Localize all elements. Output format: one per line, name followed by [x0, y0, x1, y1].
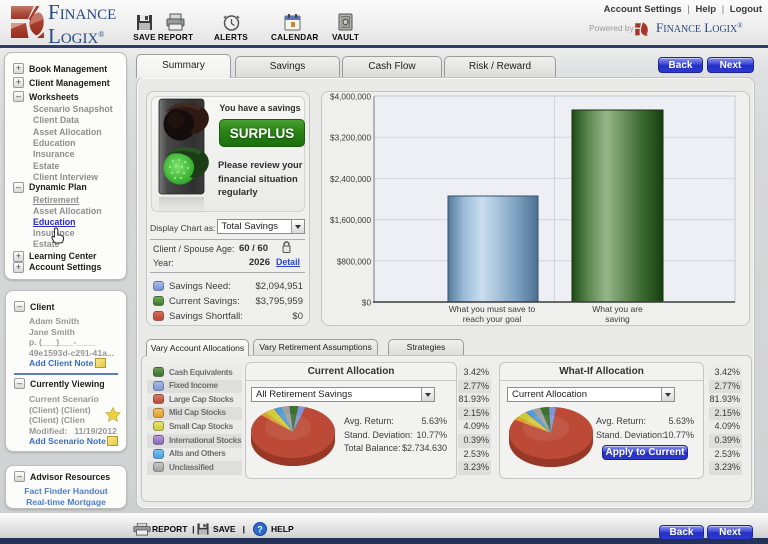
- svg-text:$800,000: $800,000: [337, 257, 372, 266]
- svg-text:reach your goal: reach your goal: [463, 314, 522, 324]
- svg-text:$2,400,000: $2,400,000: [330, 175, 371, 184]
- svg-text:?: ?: [257, 525, 263, 535]
- svg-text:$0: $0: [362, 299, 372, 308]
- svg-text:What you are: What you are: [592, 304, 643, 314]
- svg-text:$1,600,000: $1,600,000: [330, 216, 371, 225]
- svg-text:$3,200,000: $3,200,000: [330, 134, 371, 143]
- svg-text:$4,000,000: $4,000,000: [330, 93, 371, 102]
- svg-text:saving: saving: [605, 314, 630, 324]
- svg-text:What you must save to: What you must save to: [449, 304, 536, 314]
